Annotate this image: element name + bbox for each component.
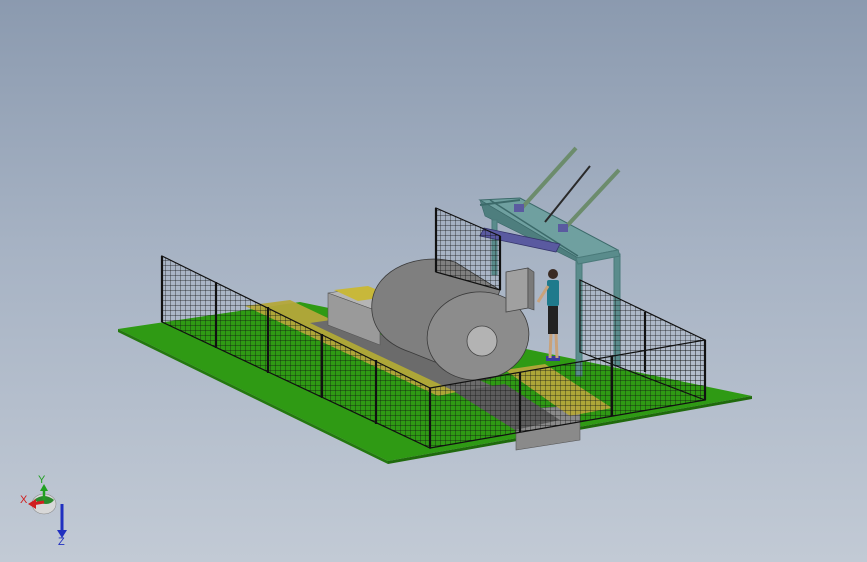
- control-cabinet[interactable]: [505, 267, 535, 313]
- clamp-block-1: [514, 204, 524, 212]
- operator-leg-right: [554, 333, 559, 359]
- operator-legs: [548, 306, 558, 334]
- assembly-scene[interactable]: [0, 0, 867, 562]
- cabinet-front: [505, 267, 529, 313]
- coordinate-triad[interactable]: X Y Z: [14, 474, 74, 546]
- cabinet-side: [527, 267, 535, 311]
- 3d-viewport[interactable]: X Y Z: [0, 0, 867, 562]
- x-axis-label: X: [20, 494, 28, 506]
- clamp-block-2: [558, 224, 568, 232]
- operator-head: [548, 269, 558, 279]
- arm-1: [518, 146, 578, 212]
- x-axis-head: [28, 499, 36, 509]
- arm-3: [563, 168, 621, 230]
- operator-leg-left: [548, 333, 553, 359]
- operator-figure[interactable]: [536, 269, 560, 361]
- operator-arm: [536, 285, 550, 303]
- y-axis-label: Y: [38, 474, 46, 486]
- operator-torso: [547, 280, 559, 306]
- coil-eye: [466, 325, 498, 357]
- z-axis-label: Z: [58, 536, 65, 546]
